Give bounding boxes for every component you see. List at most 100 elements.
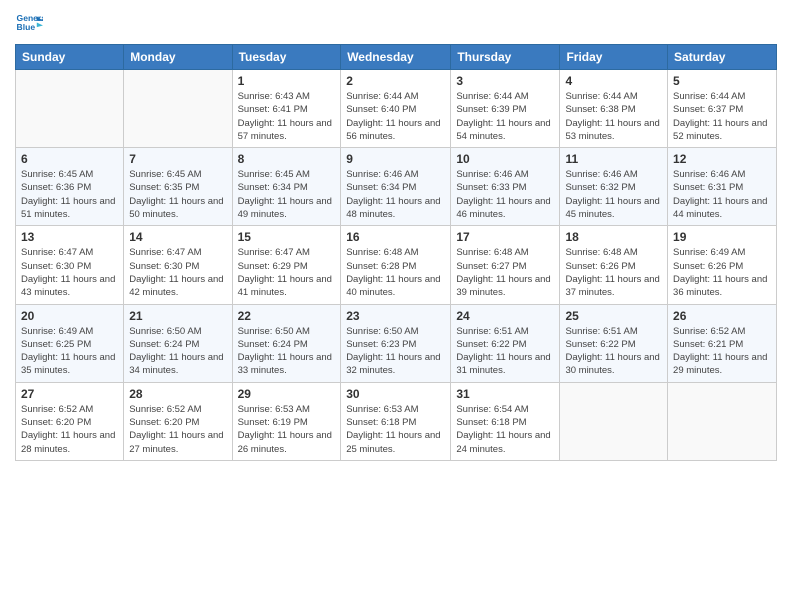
day-number: 20 <box>21 309 118 323</box>
day-info: Sunrise: 6:46 AM Sunset: 6:33 PM Dayligh… <box>456 168 554 221</box>
calendar-cell: 18 Sunrise: 6:48 AM Sunset: 6:26 PM Dayli… <box>560 226 668 304</box>
day-info: Sunrise: 6:52 AM Sunset: 6:20 PM Dayligh… <box>21 403 118 456</box>
day-info: Sunrise: 6:44 AM Sunset: 6:39 PM Dayligh… <box>456 90 554 143</box>
calendar-cell: 15 Sunrise: 6:47 AM Sunset: 6:29 PM Dayli… <box>232 226 341 304</box>
day-number: 4 <box>565 74 662 88</box>
calendar-cell: 24Sunrise: 6:51 AM Sunset: 6:22 PM Dayli… <box>451 304 560 382</box>
day-number: 11 <box>565 152 662 166</box>
day-info: Sunrise: 6:48 AM Sunset: 6:26 PM Dayligh… <box>565 246 662 299</box>
calendar-weekday-wednesday: Wednesday <box>341 45 451 70</box>
day-info: Sunrise: 6:47 AM Sunset: 6:30 PM Dayligh… <box>21 246 118 299</box>
day-info: Sunrise: 6:45 AM Sunset: 6:35 PM Dayligh… <box>129 168 226 221</box>
day-number: 21 <box>129 309 226 323</box>
day-number: 17 <box>456 230 554 244</box>
day-info: Sunrise: 6:54 AM Sunset: 6:18 PM Dayligh… <box>456 403 554 456</box>
day-number: 26 <box>673 309 771 323</box>
day-info: Sunrise: 6:50 AM Sunset: 6:24 PM Dayligh… <box>238 325 336 378</box>
calendar-weekday-friday: Friday <box>560 45 668 70</box>
day-number: 28 <box>129 387 226 401</box>
calendar-cell: 30 Sunrise: 6:53 AM Sunset: 6:18 PM Dayli… <box>341 382 451 460</box>
day-number: 19 <box>673 230 771 244</box>
day-number: 8 <box>238 152 336 166</box>
day-info: Sunrise: 6:53 AM Sunset: 6:18 PM Dayligh… <box>346 403 445 456</box>
day-info: Sunrise: 6:44 AM Sunset: 6:37 PM Dayligh… <box>673 90 771 143</box>
day-number: 23 <box>346 309 445 323</box>
day-number: 1 <box>238 74 336 88</box>
calendar-week-row: 13 Sunrise: 6:47 AM Sunset: 6:30 PM Dayli… <box>16 226 777 304</box>
day-info: Sunrise: 6:48 AM Sunset: 6:27 PM Dayligh… <box>456 246 554 299</box>
day-info: Sunrise: 6:52 AM Sunset: 6:20 PM Dayligh… <box>129 403 226 456</box>
calendar-cell: 31 Sunrise: 6:54 AM Sunset: 6:18 PM Dayli… <box>451 382 560 460</box>
day-number: 6 <box>21 152 118 166</box>
day-number: 9 <box>346 152 445 166</box>
day-info: Sunrise: 6:50 AM Sunset: 6:24 PM Dayligh… <box>129 325 226 378</box>
calendar-week-row: 6 Sunrise: 6:45 AM Sunset: 6:36 PM Daylig… <box>16 148 777 226</box>
day-info: Sunrise: 6:43 AM Sunset: 6:41 PM Dayligh… <box>238 90 336 143</box>
day-number: 30 <box>346 387 445 401</box>
day-info: Sunrise: 6:44 AM Sunset: 6:38 PM Dayligh… <box>565 90 662 143</box>
day-number: 3 <box>456 74 554 88</box>
calendar-cell: 26 Sunrise: 6:52 AM Sunset: 6:21 PM Dayli… <box>668 304 777 382</box>
day-info: Sunrise: 6:45 AM Sunset: 6:34 PM Dayligh… <box>238 168 336 221</box>
calendar-cell: 4 Sunrise: 6:44 AM Sunset: 6:38 PM Daylig… <box>560 70 668 148</box>
day-number: 27 <box>21 387 118 401</box>
logo: General Blue <box>15 10 43 38</box>
calendar-cell: 8 Sunrise: 6:45 AM Sunset: 6:34 PM Daylig… <box>232 148 341 226</box>
day-info: Sunrise: 6:47 AM Sunset: 6:30 PM Dayligh… <box>129 246 226 299</box>
calendar-week-row: 27 Sunrise: 6:52 AM Sunset: 6:20 PM Dayli… <box>16 382 777 460</box>
day-info: Sunrise: 6:51 AM Sunset: 6:22 PM Dayligh… <box>456 325 554 378</box>
calendar-cell: 16Sunrise: 6:48 AM Sunset: 6:28 PM Dayli… <box>341 226 451 304</box>
calendar-cell: 19 Sunrise: 6:49 AM Sunset: 6:26 PM Dayli… <box>668 226 777 304</box>
day-info: Sunrise: 6:49 AM Sunset: 6:25 PM Dayligh… <box>21 325 118 378</box>
day-number: 12 <box>673 152 771 166</box>
calendar-cell: 11Sunrise: 6:46 AM Sunset: 6:32 PM Dayli… <box>560 148 668 226</box>
day-info: Sunrise: 6:52 AM Sunset: 6:21 PM Dayligh… <box>673 325 771 378</box>
calendar-weekday-monday: Monday <box>124 45 232 70</box>
calendar-cell: 7 Sunrise: 6:45 AM Sunset: 6:35 PM Daylig… <box>124 148 232 226</box>
day-info: Sunrise: 6:49 AM Sunset: 6:26 PM Dayligh… <box>673 246 771 299</box>
day-number: 31 <box>456 387 554 401</box>
logo-icon: General Blue <box>15 10 43 38</box>
calendar-cell: 6 Sunrise: 6:45 AM Sunset: 6:36 PM Daylig… <box>16 148 124 226</box>
calendar-weekday-thursday: Thursday <box>451 45 560 70</box>
day-number: 7 <box>129 152 226 166</box>
day-info: Sunrise: 6:46 AM Sunset: 6:34 PM Dayligh… <box>346 168 445 221</box>
calendar-cell: 17 Sunrise: 6:48 AM Sunset: 6:27 PM Dayli… <box>451 226 560 304</box>
svg-text:General: General <box>17 13 43 23</box>
day-info: Sunrise: 6:53 AM Sunset: 6:19 PM Dayligh… <box>238 403 336 456</box>
calendar-cell: 9 Sunrise: 6:46 AM Sunset: 6:34 PM Daylig… <box>341 148 451 226</box>
calendar-table: SundayMondayTuesdayWednesdayThursdayFrid… <box>15 44 777 461</box>
calendar-header-row: SundayMondayTuesdayWednesdayThursdayFrid… <box>16 45 777 70</box>
calendar-week-row: 1 Sunrise: 6:43 AM Sunset: 6:41 PM Daylig… <box>16 70 777 148</box>
calendar-cell <box>560 382 668 460</box>
calendar-cell: 20 Sunrise: 6:49 AM Sunset: 6:25 PM Dayli… <box>16 304 124 382</box>
calendar-cell: 23 Sunrise: 6:50 AM Sunset: 6:23 PM Dayli… <box>341 304 451 382</box>
calendar-cell: 10Sunrise: 6:46 AM Sunset: 6:33 PM Dayli… <box>451 148 560 226</box>
page-header: General Blue <box>15 10 777 38</box>
calendar-cell: 25Sunrise: 6:51 AM Sunset: 6:22 PM Dayli… <box>560 304 668 382</box>
calendar-cell: 14 Sunrise: 6:47 AM Sunset: 6:30 PM Dayli… <box>124 226 232 304</box>
calendar-cell: 12Sunrise: 6:46 AM Sunset: 6:31 PM Dayli… <box>668 148 777 226</box>
day-number: 13 <box>21 230 118 244</box>
day-number: 18 <box>565 230 662 244</box>
day-info: Sunrise: 6:45 AM Sunset: 6:36 PM Dayligh… <box>21 168 118 221</box>
calendar-cell: 13 Sunrise: 6:47 AM Sunset: 6:30 PM Dayli… <box>16 226 124 304</box>
calendar-cell: 29Sunrise: 6:53 AM Sunset: 6:19 PM Dayli… <box>232 382 341 460</box>
calendar-cell: 3 Sunrise: 6:44 AM Sunset: 6:39 PM Daylig… <box>451 70 560 148</box>
day-number: 2 <box>346 74 445 88</box>
calendar-cell: 28 Sunrise: 6:52 AM Sunset: 6:20 PM Dayli… <box>124 382 232 460</box>
day-info: Sunrise: 6:47 AM Sunset: 6:29 PM Dayligh… <box>238 246 336 299</box>
day-number: 25 <box>565 309 662 323</box>
calendar-weekday-sunday: Sunday <box>16 45 124 70</box>
day-number: 14 <box>129 230 226 244</box>
calendar-cell: 21 Sunrise: 6:50 AM Sunset: 6:24 PM Dayli… <box>124 304 232 382</box>
day-number: 22 <box>238 309 336 323</box>
calendar-cell: 1 Sunrise: 6:43 AM Sunset: 6:41 PM Daylig… <box>232 70 341 148</box>
svg-text:Blue: Blue <box>17 22 36 32</box>
calendar-cell <box>668 382 777 460</box>
day-number: 5 <box>673 74 771 88</box>
day-info: Sunrise: 6:50 AM Sunset: 6:23 PM Dayligh… <box>346 325 445 378</box>
calendar-cell <box>16 70 124 148</box>
calendar-weekday-saturday: Saturday <box>668 45 777 70</box>
day-number: 15 <box>238 230 336 244</box>
